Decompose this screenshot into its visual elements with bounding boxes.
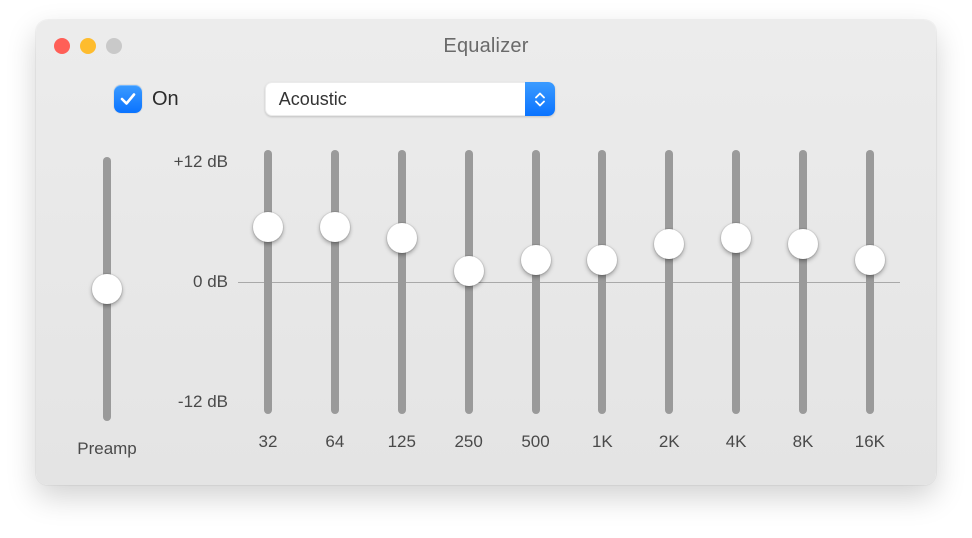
on-label: On [152,88,179,111]
band-thumb[interactable] [521,245,551,275]
traffic-lights [54,38,122,54]
band-column: 4K [706,146,766,452]
band-thumb[interactable] [320,212,350,242]
band-column: 250 [439,146,499,452]
titlebar: Equalizer [36,20,936,72]
band-freq-label: 16K [855,432,885,452]
band-freq-label: 500 [521,432,549,452]
preset-select[interactable]: Acoustic [265,82,555,116]
equalizer-window: Equalizer On Acoustic Pre [36,20,936,485]
band-column: 32 [238,146,298,452]
band-thumb[interactable] [253,212,283,242]
band-slider[interactable] [465,150,473,414]
band-column: 1K [572,146,632,452]
band-column: 8K [773,146,833,452]
eq-area: Preamp +12 dB 0 dB -12 dB 32 64 125 250 500 1… [36,124,936,459]
band-thumb[interactable] [454,256,484,286]
band-freq-label: 1K [592,432,613,452]
window-title: Equalizer [443,35,528,58]
band-column: 2K [639,146,699,452]
band-freq-label: 8K [793,432,814,452]
band-thumb[interactable] [587,245,617,275]
on-checkbox[interactable] [114,85,142,113]
band-freq-label: 4K [726,432,747,452]
band-freq-label: 125 [388,432,416,452]
band-slider[interactable] [665,150,673,414]
band-thumb[interactable] [788,229,818,259]
band-column: 16K [840,146,900,452]
band-freq-label: 2K [659,432,680,452]
band-slider[interactable] [866,150,874,414]
minimize-icon[interactable] [80,38,96,54]
bands-container: 32 64 125 250 500 1K 2K 4K 8K 16K [238,146,900,452]
band-slider[interactable] [264,150,272,414]
band-freq-label: 250 [454,432,482,452]
band-freq-label: 32 [259,432,278,452]
bands-wrap: 32 64 125 250 500 1K 2K 4K 8K 16K [238,146,900,459]
band-slider[interactable] [331,150,339,414]
band-slider[interactable] [398,150,406,414]
preset-value: Acoustic [265,82,525,116]
chevron-up-icon [535,92,545,99]
preamp-thumb[interactable] [92,274,122,304]
scale-min-label: -12 dB [178,392,228,412]
preamp-slider[interactable] [103,157,111,421]
band-freq-label: 64 [325,432,344,452]
close-icon[interactable] [54,38,70,54]
band-slider[interactable] [598,150,606,414]
maximize-icon[interactable] [106,38,122,54]
band-slider[interactable] [732,150,740,414]
band-thumb[interactable] [654,229,684,259]
band-thumb[interactable] [387,223,417,253]
header-row: On Acoustic [36,72,936,124]
preset-arrows [525,82,555,116]
checkmark-icon [119,90,137,108]
scale-mid-label: 0 dB [193,272,228,292]
band-thumb[interactable] [855,245,885,275]
preamp-label: Preamp [77,439,137,459]
chevron-down-icon [535,100,545,107]
band-column: 125 [372,146,432,452]
band-thumb[interactable] [721,223,751,253]
band-slider[interactable] [532,150,540,414]
scale-column: +12 dB 0 dB -12 dB [142,150,238,414]
band-column: 500 [506,146,566,452]
band-column: 64 [305,146,365,452]
preamp-column: Preamp [72,146,142,459]
scale-max-label: +12 dB [174,152,228,172]
band-slider[interactable] [799,150,807,414]
